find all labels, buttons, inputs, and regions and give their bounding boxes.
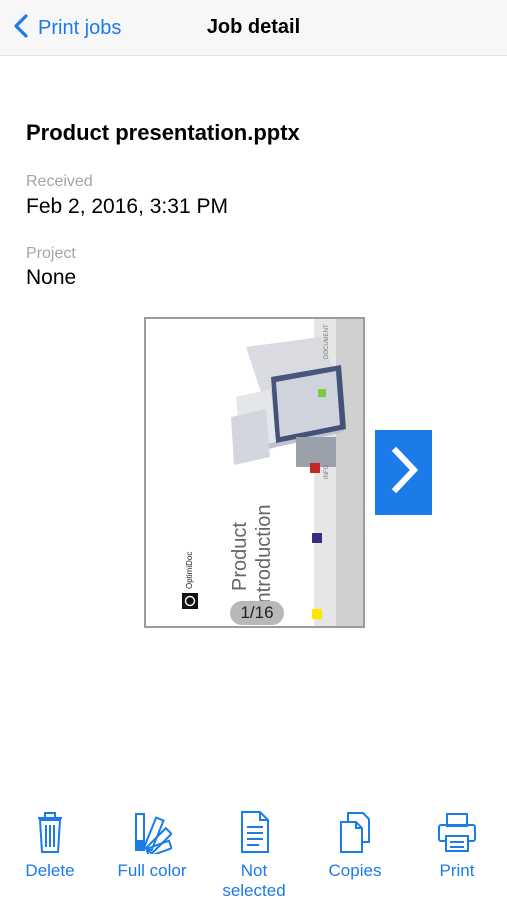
page-title: Job detail xyxy=(206,16,301,38)
duplex-label-line2: selected xyxy=(222,881,286,900)
chevron-right-icon xyxy=(387,445,421,500)
copies-button[interactable]: Copies xyxy=(322,810,388,881)
document-icon xyxy=(234,810,274,859)
printer-icon xyxy=(437,810,477,859)
delete-label: Delete xyxy=(25,861,75,880)
received-value: Feb 2, 2016, 3:31 PM xyxy=(26,195,228,218)
page-counter: 1/16 xyxy=(230,601,284,625)
bottom-toolbar: Delete Full color Not selected Copies Pr… xyxy=(0,810,507,900)
next-page-button[interactable] xyxy=(375,430,432,515)
navigation-bar: Print jobs Job detail xyxy=(0,0,507,56)
color-mode-label: Full color xyxy=(117,861,187,880)
received-label: Received xyxy=(26,173,93,190)
copies-icon xyxy=(335,810,375,859)
slide-title-line1: Product xyxy=(229,522,251,591)
svg-text:DOCUMENT: DOCUMENT xyxy=(324,324,330,359)
copies-label: Copies xyxy=(328,861,382,880)
brand-logo-text: OptimiDoc xyxy=(185,552,194,589)
color-palette-icon xyxy=(132,810,173,859)
file-name: Product presentation.pptx xyxy=(26,120,300,145)
print-button[interactable]: Print xyxy=(432,810,482,881)
duplex-button[interactable]: Not selected xyxy=(214,810,294,900)
project-label: Project xyxy=(26,245,76,262)
color-mode-button[interactable]: Full color xyxy=(112,810,192,881)
project-value: None xyxy=(26,266,77,289)
svg-text:INFO: INFO xyxy=(324,464,330,479)
delete-button[interactable]: Delete xyxy=(22,810,78,881)
document-preview[interactable]: DOCUMENT INFO Product Introduction Optim… xyxy=(144,317,365,628)
slide-title-line2: Introduction xyxy=(253,504,275,609)
duplex-label-line1: Not xyxy=(240,861,268,880)
slide-thumbnail: DOCUMENT INFO Product Introduction Optim… xyxy=(182,319,363,626)
print-label: Print xyxy=(439,861,475,880)
trash-icon xyxy=(30,810,70,859)
